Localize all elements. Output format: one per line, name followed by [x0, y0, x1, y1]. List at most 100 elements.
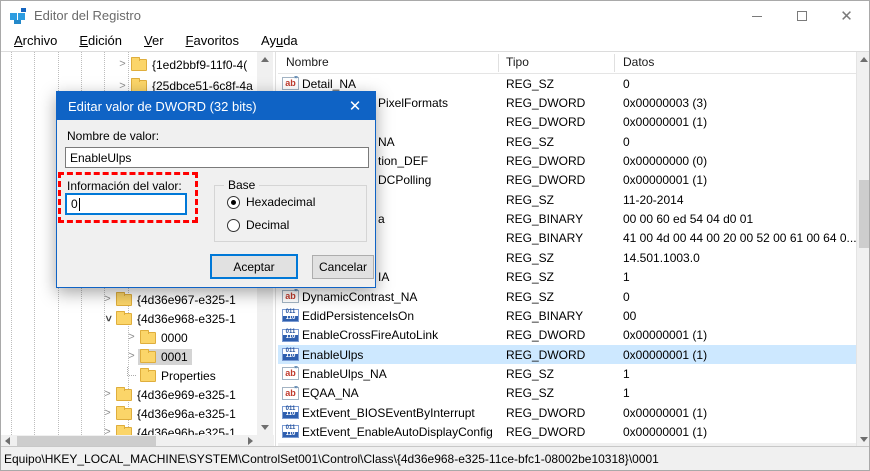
- scroll-up-icon[interactable]: [261, 57, 269, 62]
- list-header: Nombre Tipo Datos: [278, 52, 856, 74]
- value-type: REG_BINARY: [498, 231, 614, 245]
- tree-item[interactable]: > {4d36e96a-e325-1: [1, 404, 257, 423]
- column-header-tipo[interactable]: Tipo: [506, 55, 529, 69]
- tree-item-label: 0000: [161, 331, 188, 345]
- cancel-button[interactable]: Cancelar: [312, 255, 374, 279]
- status-path: Equipo\HKEY_LOCAL_MACHINE\SYSTEM\Control…: [4, 452, 659, 466]
- value-type: REG_DWORD: [498, 348, 614, 362]
- scroll-right-icon[interactable]: [248, 437, 253, 445]
- list-row[interactable]: 011110 ExtEvent_BIOSEventByInterrupt REG…: [278, 403, 856, 422]
- value-type: REG_SZ: [498, 270, 614, 284]
- expander-icon[interactable]: >: [102, 312, 113, 325]
- dialog-close-button[interactable]: ✕: [335, 92, 375, 120]
- folder-icon: [116, 408, 132, 420]
- expander-icon[interactable]: >: [125, 332, 138, 343]
- list-row[interactable]: ab EnableUlps_NA REG_SZ 1: [278, 364, 856, 383]
- scroll-up-icon[interactable]: [860, 57, 868, 62]
- maximize-button[interactable]: [779, 1, 824, 31]
- value-data: 1: [614, 367, 856, 381]
- value-data: 0x00000000 (0): [614, 154, 856, 168]
- scroll-left-icon[interactable]: [5, 437, 10, 445]
- list-row[interactable]: ab EQAA_NA REG_SZ 1: [278, 384, 856, 403]
- list-row[interactable]: 011110 ExtEvent_EnableAutoDisplayConfig …: [278, 422, 856, 441]
- value-data: 0: [614, 135, 856, 149]
- list-row[interactable]: 011110 EnableUlps REG_DWORD 0x00000001 (…: [278, 345, 856, 364]
- tree-item[interactable]: > 0001: [1, 347, 257, 366]
- value-name: ExtEvent_EnableAutoDisplayConfig: [278, 425, 493, 439]
- value-data: 0x00000001 (1): [614, 115, 856, 129]
- value-type: REG_BINARY: [498, 309, 614, 323]
- text-caret: [79, 198, 80, 211]
- expander-icon[interactable]: >: [101, 294, 114, 305]
- menu-item-ayuda[interactable]: Ayuda: [250, 31, 309, 51]
- folder-icon: [116, 313, 132, 325]
- reg-sz-icon: ab: [282, 290, 299, 303]
- radio-button-icon[interactable]: [227, 196, 240, 209]
- reg-dword-icon: 011110: [282, 406, 299, 419]
- scroll-down-icon[interactable]: [261, 425, 269, 430]
- value-type: REG_BINARY: [498, 212, 614, 226]
- reg-dword-icon: 011110: [282, 329, 299, 342]
- dialog-titlebar: Editar valor de DWORD (32 bits) ✕: [57, 92, 375, 120]
- menu-item-archivo[interactable]: Archivo: [3, 31, 68, 51]
- value-type: REG_DWORD: [498, 115, 614, 129]
- radio-decimal[interactable]: Decimal: [227, 218, 289, 232]
- radio-button-icon[interactable]: [227, 219, 240, 232]
- menu-item-edicion[interactable]: Edición: [68, 31, 133, 51]
- column-separator[interactable]: [614, 54, 615, 72]
- tree-item-label: {4d36e969-e325-1: [137, 388, 236, 402]
- maximize-icon: [797, 11, 807, 21]
- tree-item[interactable]: > {4d36e968-e325-1: [1, 309, 257, 328]
- expander-icon[interactable]: >: [125, 351, 138, 362]
- hscroll-thumb[interactable]: [17, 436, 156, 446]
- minimize-button[interactable]: [734, 1, 779, 31]
- list-row[interactable]: ab DynamicContrast_NA REG_SZ 0: [278, 287, 856, 306]
- tree-item[interactable]: > {1ed2bbf9-11f0-4(: [16, 54, 257, 76]
- value-name: EnableCrossFireAutoLink: [278, 328, 438, 342]
- column-header-nombre[interactable]: Nombre: [286, 55, 329, 69]
- folder-icon: [140, 332, 156, 344]
- tree-item-label: {4d36e968-e325-1: [137, 312, 236, 326]
- ok-button[interactable]: Aceptar: [210, 254, 298, 279]
- radio-hexadecimal[interactable]: Hexadecimal: [227, 195, 315, 209]
- folder-icon: [131, 59, 147, 71]
- menu-item-ver[interactable]: Ver: [133, 31, 175, 51]
- folder-icon: [140, 351, 156, 363]
- close-button[interactable]: ✕: [824, 1, 869, 31]
- base-groupbox-label: Base: [224, 178, 259, 192]
- column-separator[interactable]: [498, 54, 499, 72]
- dialog-title: Editar valor de DWORD (32 bits): [57, 99, 257, 114]
- menu-item-favoritos[interactable]: Favoritos: [175, 31, 250, 51]
- list-vertical-scrollbar[interactable]: [856, 52, 870, 447]
- tree-item[interactable]: > {4d36e967-e325-1: [1, 290, 257, 309]
- folder-icon: [116, 294, 132, 306]
- tree-item[interactable]: > 0000: [1, 328, 257, 347]
- column-header-datos[interactable]: Datos: [623, 55, 654, 69]
- vscroll-thumb[interactable]: [859, 180, 870, 248]
- value-data-input[interactable]: 0: [65, 193, 187, 215]
- list-row[interactable]: 011110 EdidPersistenceIsOn REG_BINARY 00: [278, 306, 856, 325]
- menubar: Archivo Edición Ver Favoritos Ayuda: [1, 31, 869, 51]
- value-type: REG_SZ: [498, 251, 614, 265]
- list-row[interactable]: 011110 EnableCrossFireAutoLink REG_DWORD…: [278, 326, 856, 345]
- value-data: 1: [614, 386, 856, 400]
- scroll-down-icon[interactable]: [860, 437, 868, 442]
- tree-items-bottom: > {4d36e967-e325-1 > {4d36e968-e325-1 > …: [1, 290, 257, 442]
- dword-edit-dialog: Editar valor de DWORD (32 bits) ✕ Nombre…: [56, 91, 376, 288]
- value-data: 0x00000001 (1): [614, 328, 856, 342]
- tree-item[interactable]: > {4d36e969-e325-1: [1, 385, 257, 404]
- value-name-input[interactable]: EnableUlps: [65, 147, 369, 168]
- value-type: REG_DWORD: [498, 96, 614, 110]
- expander-icon[interactable]: >: [101, 408, 114, 419]
- reg-dword-icon: 011110: [282, 348, 299, 361]
- close-icon: ✕: [349, 97, 362, 115]
- value-data: 41 00 4d 00 44 00 20 00 52 00 61 00 64 0…: [614, 231, 856, 245]
- value-type: REG_DWORD: [498, 406, 614, 420]
- reg-sz-icon: ab: [282, 367, 299, 380]
- tree-item-label: {4d36e96a-e325-1: [137, 407, 236, 421]
- expander-icon[interactable]: >: [101, 389, 114, 400]
- tree-item[interactable]: > Properties: [1, 366, 257, 385]
- leaf-connector: [127, 367, 136, 376]
- value-data: 0: [614, 290, 856, 304]
- expander-icon[interactable]: >: [116, 59, 129, 70]
